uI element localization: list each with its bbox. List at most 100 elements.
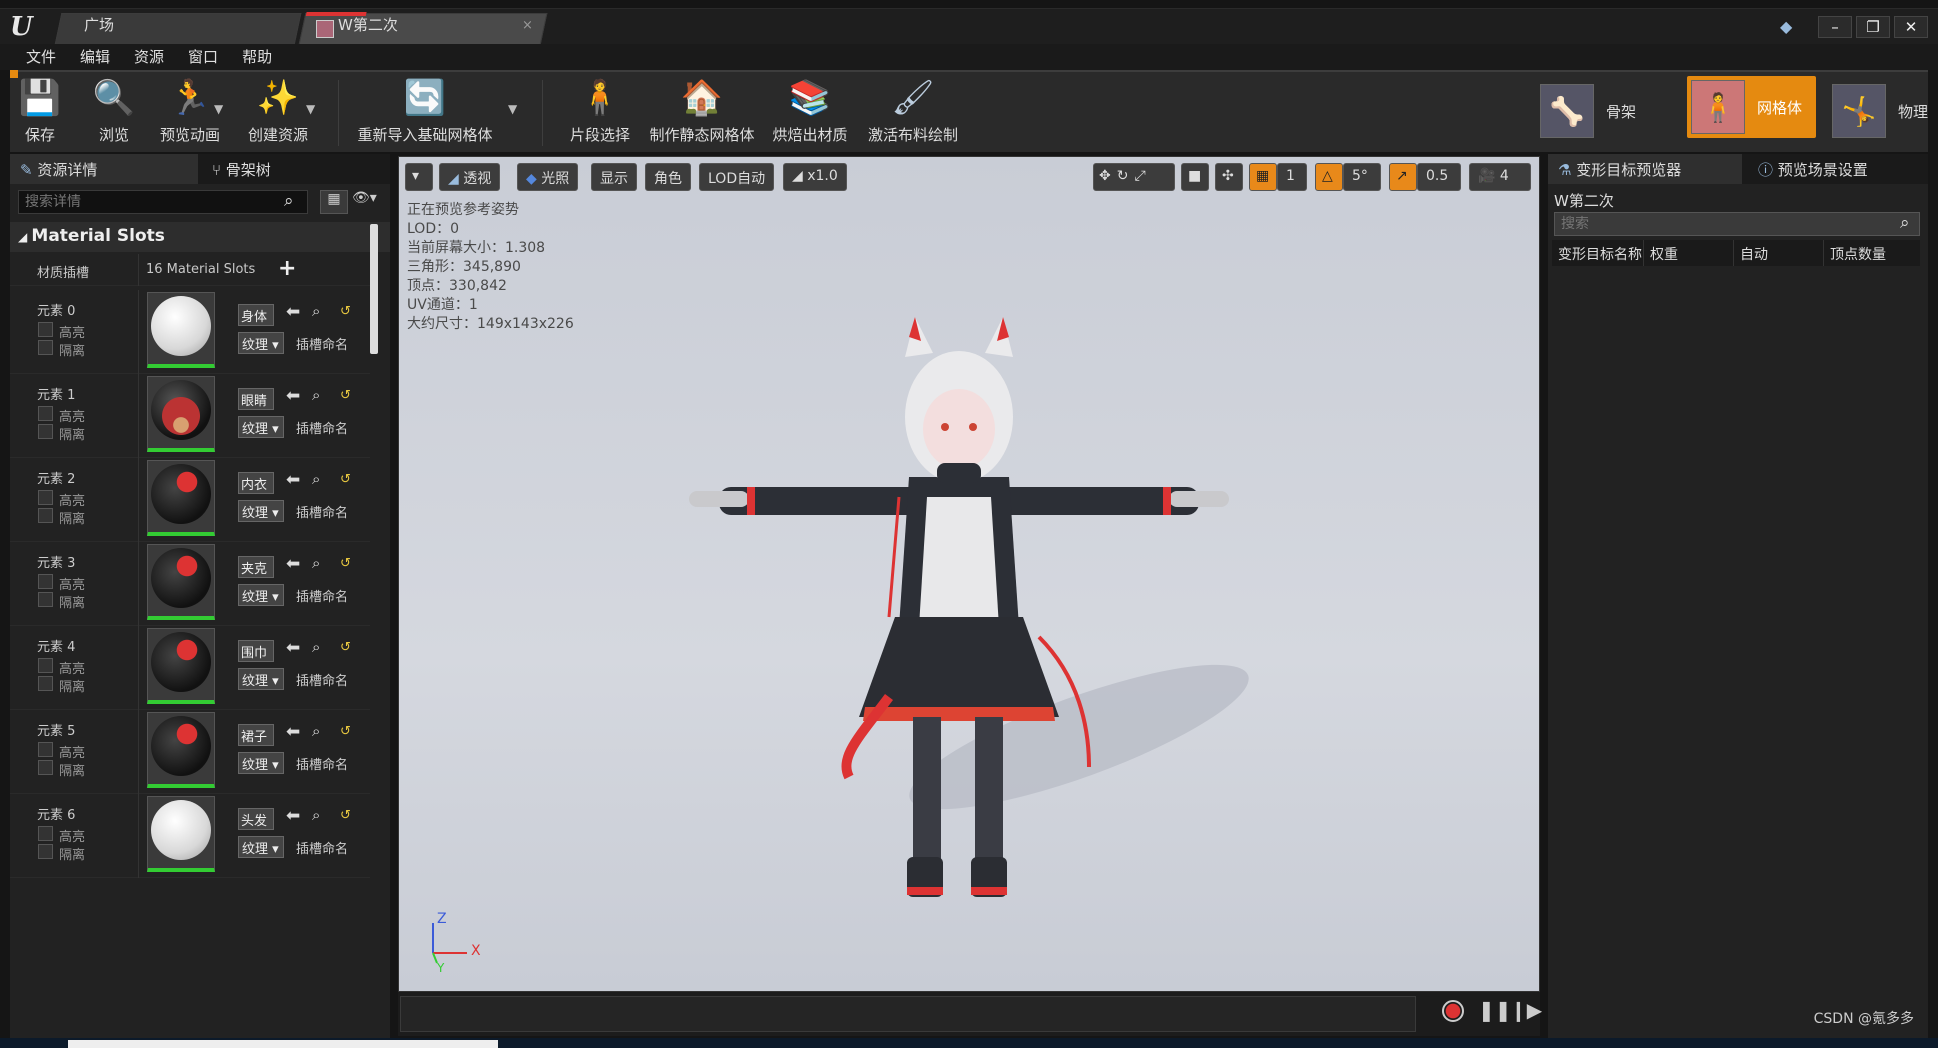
- browse-asset-icon[interactable]: ⌕: [312, 722, 320, 740]
- use-selected-arrow-icon[interactable]: ⬅: [286, 470, 300, 490]
- tab-w-asset[interactable]: [298, 12, 548, 45]
- make-static-mesh-button[interactable]: 🏠 制作静态网格体: [642, 76, 762, 145]
- highlight-checkbox[interactable]: [38, 490, 53, 505]
- isolate-checkbox[interactable]: [38, 508, 53, 523]
- material-dropdown[interactable]: 夹克: [238, 556, 274, 578]
- reimport-dropdown-icon[interactable]: ▼: [508, 102, 517, 116]
- mesh-mode-button[interactable]: 🧍 网格体: [1686, 76, 1816, 138]
- highlight-checkbox[interactable]: [38, 406, 53, 421]
- lit-button[interactable]: ◆ 光照: [517, 163, 579, 191]
- rotation-snap-toggle[interactable]: △: [1315, 163, 1343, 191]
- highlight-checkbox[interactable]: [38, 742, 53, 757]
- reset-to-default-icon[interactable]: ↺: [340, 556, 351, 571]
- reset-to-default-icon[interactable]: ↺: [340, 304, 351, 319]
- highlight-checkbox[interactable]: [38, 322, 53, 337]
- material-slots-header[interactable]: ◢ Material Slots: [10, 222, 390, 252]
- view-options-button[interactable]: 👁▾: [352, 190, 388, 214]
- material-dropdown[interactable]: 围巾: [238, 640, 274, 662]
- record-button[interactable]: [1442, 1000, 1464, 1027]
- material-dropdown[interactable]: 裙子: [238, 724, 274, 746]
- section-select-button[interactable]: 🧍 片段选择: [560, 76, 640, 145]
- translate-icon[interactable]: ✥: [1099, 168, 1111, 184]
- bake-material-button[interactable]: 📚 烘焙出材质: [762, 76, 858, 145]
- step-forward-button[interactable]: ❙▶: [1510, 998, 1542, 1022]
- tab-skeleton-tree[interactable]: ⑂ 骨架树: [202, 154, 382, 184]
- source-control-icon[interactable]: ◆: [1780, 17, 1800, 37]
- lod-button[interactable]: LOD自动: [699, 163, 775, 191]
- use-selected-arrow-icon[interactable]: ⬅: [286, 638, 300, 658]
- reset-to-default-icon[interactable]: ↺: [340, 472, 351, 487]
- show-button[interactable]: 显示: [591, 163, 637, 191]
- texture-dropdown[interactable]: 纹理 ▾: [238, 752, 284, 774]
- use-selected-arrow-icon[interactable]: ⬅: [286, 302, 300, 322]
- grid-snap-toggle[interactable]: ▦: [1249, 163, 1277, 191]
- material-thumbnail[interactable]: [147, 460, 215, 536]
- texture-dropdown[interactable]: 纹理 ▾: [238, 836, 284, 858]
- timeline-track[interactable]: [400, 996, 1416, 1032]
- activate-cloth-paint-button[interactable]: 🖌 激活布料绘制: [860, 76, 966, 145]
- material-thumbnail[interactable]: [147, 712, 215, 788]
- close-button[interactable]: ✕: [1894, 16, 1928, 38]
- material-thumbnail[interactable]: [147, 544, 215, 620]
- use-selected-arrow-icon[interactable]: ⬅: [286, 554, 300, 574]
- material-dropdown[interactable]: 身体: [238, 304, 274, 326]
- highlight-checkbox[interactable]: [38, 574, 53, 589]
- column-weight[interactable]: 权重: [1644, 240, 1734, 266]
- camera-speed-button[interactable]: 🎥 4: [1469, 163, 1531, 191]
- use-selected-arrow-icon[interactable]: ⬅: [286, 722, 300, 742]
- tab-preview-scene-settings[interactable]: ⓘ 预览场景设置: [1748, 154, 1926, 184]
- scrollbar[interactable]: [370, 224, 378, 354]
- reimport-base-mesh-button[interactable]: 🔄 重新导入基础网格体: [350, 76, 500, 145]
- material-dropdown[interactable]: 眼睛: [238, 388, 274, 410]
- rotate-icon[interactable]: ↻: [1117, 168, 1129, 184]
- browse-asset-icon[interactable]: ⌕: [312, 302, 320, 320]
- menu-window[interactable]: 窗口: [176, 44, 230, 70]
- menu-edit[interactable]: 编辑: [68, 44, 122, 70]
- texture-dropdown[interactable]: 纹理 ▾: [238, 332, 284, 354]
- preview-viewport[interactable]: ▾ ◢ 透视 ◆ 光照 显示 角色 LOD自动 ◢ x1.0 ✥ ↻ ⤢ ■ ✣ ▦…: [398, 156, 1540, 992]
- material-thumbnail[interactable]: [147, 796, 215, 872]
- material-thumbnail[interactable]: [147, 376, 215, 452]
- browse-asset-icon[interactable]: ⌕: [312, 554, 320, 572]
- material-dropdown[interactable]: 内衣: [238, 472, 274, 494]
- column-vertex-count[interactable]: 顶点数量: [1824, 240, 1920, 266]
- grid-snap-value[interactable]: 1: [1277, 163, 1307, 191]
- taskbar-item[interactable]: [68, 1040, 498, 1048]
- playback-speed-button[interactable]: ◢ x1.0: [783, 163, 847, 191]
- isolate-checkbox[interactable]: [38, 676, 53, 691]
- search-details-input[interactable]: [18, 190, 308, 214]
- rotation-snap-value[interactable]: 5°: [1343, 163, 1381, 191]
- morph-search-input[interactable]: [1554, 212, 1920, 236]
- character-button[interactable]: 角色: [645, 163, 691, 191]
- texture-dropdown[interactable]: 纹理 ▾: [238, 500, 284, 522]
- viewport-options-button[interactable]: ▾: [405, 163, 433, 191]
- highlight-checkbox[interactable]: [38, 658, 53, 673]
- texture-dropdown[interactable]: 纹理 ▾: [238, 416, 284, 438]
- add-slot-button[interactable]: +: [278, 256, 296, 281]
- menu-asset[interactable]: 资源: [122, 44, 176, 70]
- skeleton-mode-button[interactable]: 🦴 骨架: [1539, 80, 1636, 142]
- create-asset-dropdown-icon[interactable]: ▼: [306, 102, 315, 116]
- minimize-button[interactable]: –: [1818, 16, 1852, 38]
- browse-button[interactable]: 🔍 浏览: [88, 76, 140, 145]
- preview-animation-dropdown-icon[interactable]: ▼: [214, 102, 223, 116]
- column-morph-name[interactable]: 变形目标名称: [1552, 240, 1644, 266]
- browse-asset-icon[interactable]: ⌕: [312, 638, 320, 656]
- scale-icon[interactable]: ⤢: [1134, 168, 1145, 184]
- tab-asset-details[interactable]: ✎ 资源详情: [10, 154, 198, 184]
- isolate-checkbox[interactable]: [38, 844, 53, 859]
- reset-to-default-icon[interactable]: ↺: [340, 640, 351, 655]
- character-model[interactable]: [659, 297, 1259, 917]
- tab-close-icon[interactable]: ×: [522, 18, 533, 33]
- perspective-button[interactable]: ◢ 透视: [439, 163, 501, 191]
- texture-dropdown[interactable]: 纹理 ▾: [238, 668, 284, 690]
- tab-morph-target-preview[interactable]: ⚗ 变形目标预览器: [1548, 154, 1742, 184]
- coord-system-button[interactable]: ■: [1181, 163, 1209, 191]
- material-thumbnail[interactable]: [147, 292, 215, 368]
- highlight-checkbox[interactable]: [38, 826, 53, 841]
- pause-button[interactable]: ❚❚: [1478, 998, 1512, 1022]
- reset-to-default-icon[interactable]: ↺: [340, 808, 351, 823]
- reset-to-default-icon[interactable]: ↺: [340, 724, 351, 739]
- use-selected-arrow-icon[interactable]: ⬅: [286, 386, 300, 406]
- texture-dropdown[interactable]: 纹理 ▾: [238, 584, 284, 606]
